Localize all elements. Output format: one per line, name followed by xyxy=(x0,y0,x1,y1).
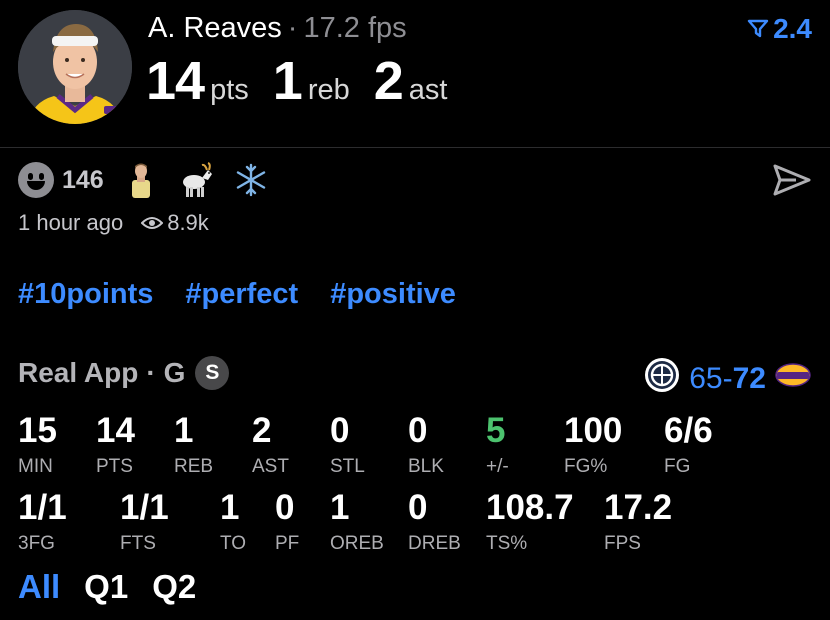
player-name[interactable]: A. Reaves xyxy=(148,12,282,44)
pts-label: pts xyxy=(210,74,249,106)
stat-to: 1 TO xyxy=(220,488,247,554)
separator-dot: · xyxy=(146,357,156,388)
player-name-line[interactable]: A. Reaves · 17.2 fps xyxy=(148,12,407,45)
separator-dot: · xyxy=(287,12,298,44)
eye-icon xyxy=(140,210,164,236)
header-divider xyxy=(0,147,830,148)
snowflake-emoji-icon[interactable] xyxy=(234,163,268,197)
stat-fg-pct: 100 FG% xyxy=(564,411,623,477)
game-source-row: Real App · G S xyxy=(18,356,230,390)
smile-reaction-icon[interactable] xyxy=(18,162,54,198)
pts-value: 14 xyxy=(146,51,205,111)
stat-ts-pct: 108.7 TS% xyxy=(486,488,574,554)
share-send-icon[interactable] xyxy=(772,163,812,202)
game-score[interactable]: 65-72 xyxy=(643,356,812,402)
tab-q2[interactable]: Q2 xyxy=(152,568,196,606)
stat-stl: 0 STL xyxy=(330,411,365,477)
view-count: 8.9k xyxy=(140,210,209,236)
starter-badge: S xyxy=(195,356,230,390)
views-value: 8.9k xyxy=(167,210,209,235)
score-separator: - xyxy=(722,362,733,395)
quarter-tabs: All Q1 Q2 xyxy=(18,568,196,606)
stat-dreb: 0 DREB xyxy=(408,488,461,554)
reactions-row: 146 xyxy=(18,160,268,200)
player-avatar[interactable] xyxy=(18,10,132,124)
stat-fg: 6/6 FG xyxy=(664,411,713,477)
score-team: 72 xyxy=(732,362,766,395)
tab-all[interactable]: All xyxy=(18,568,60,606)
ast-value: 2 xyxy=(373,51,404,111)
time-ago: 1 hour ago xyxy=(18,210,124,235)
stat-fps: 17.2 FPS xyxy=(604,488,673,554)
stat-pts: 14 PTS xyxy=(96,411,135,477)
ast-label: ast xyxy=(408,74,448,106)
stat-pf: 0 PF xyxy=(275,488,300,554)
lakers-logo-icon xyxy=(774,362,812,396)
rating-badge[interactable]: 2.4 xyxy=(747,13,812,45)
stat-ast: 2 AST xyxy=(252,411,289,477)
stat-fts: 1/1 FTS xyxy=(120,488,169,554)
fps-text: 17.2 fps xyxy=(303,12,407,44)
stat-oreb: 1 OREB xyxy=(330,488,384,554)
player-position: G xyxy=(163,357,186,388)
stat-min: 15 MIN xyxy=(18,411,57,477)
player-emoji-icon[interactable] xyxy=(124,162,158,198)
hashtag[interactable]: #perfect xyxy=(185,278,298,311)
stat-plus-minus: 5 +/- xyxy=(486,411,509,477)
stat-3fg: 1/1 3FG xyxy=(18,488,67,554)
reb-value: 1 xyxy=(272,51,303,111)
headline-statline: 14 pts 1 reb 2 ast xyxy=(146,50,471,112)
score-opponent: 65 xyxy=(689,362,723,395)
reb-label: reb xyxy=(307,74,350,106)
hashtag-list: #10points #perfect #positive xyxy=(18,278,456,311)
post-meta: 1 hour ago 8.9k xyxy=(18,210,209,236)
hashtag[interactable]: #10points xyxy=(18,278,153,311)
tab-q1[interactable]: Q1 xyxy=(84,568,128,606)
goat-emoji-icon[interactable] xyxy=(178,162,214,198)
filter-funnel-icon xyxy=(747,13,769,45)
rating-value: 2.4 xyxy=(773,13,812,44)
stat-reb: 1 REB xyxy=(174,411,214,477)
hashtag[interactable]: #positive xyxy=(330,278,456,311)
opponent-logo-icon xyxy=(643,356,681,402)
reaction-count: 146 xyxy=(62,165,104,194)
stat-blk: 0 BLK xyxy=(408,411,444,477)
source-name: Real App xyxy=(18,357,139,388)
